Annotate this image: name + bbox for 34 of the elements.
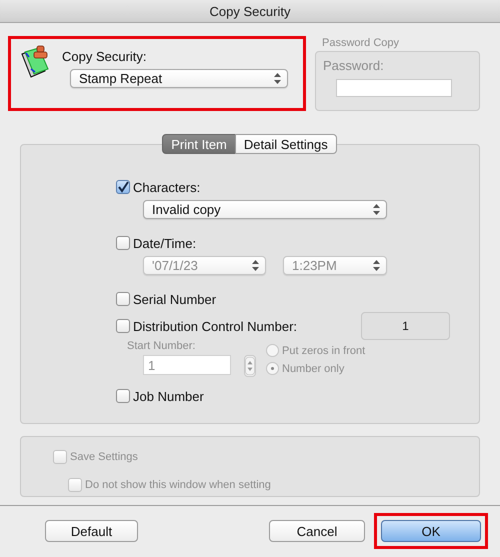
stepper-arrows-icon (373, 204, 380, 215)
do-not-show-label: Do not show this window when setting (85, 479, 271, 491)
start-number-label: Start Number: (127, 340, 196, 352)
dialog-button[interactable]: OK (381, 520, 481, 542)
stepper-arrows-icon (274, 73, 281, 84)
radio-label: Put zeros in front (282, 344, 366, 356)
option-label: Serial Number (133, 292, 216, 306)
stepper-arrows-icon (373, 260, 380, 271)
checkbox[interactable] (116, 319, 130, 333)
characters-select[interactable]: Invalid copy (143, 200, 387, 219)
checkbox[interactable] (116, 236, 130, 250)
option-label: Distribution Control Number: (133, 318, 298, 334)
option-label: Date/Time: (133, 236, 196, 250)
save-settings-label: Save Settings (70, 451, 138, 463)
dialog-button[interactable]: Cancel (269, 520, 365, 542)
stepper-arrows-icon (252, 260, 259, 271)
password-label: Password: (323, 58, 384, 73)
stepper-icon[interactable] (244, 355, 256, 377)
group-title: Password Copy (322, 37, 400, 49)
number-display: 1 (361, 312, 450, 340)
radio-button[interactable] (266, 362, 279, 375)
radio-button[interactable] (266, 344, 279, 357)
option-label: Characters: (133, 180, 200, 194)
tab[interactable]: Print Item (162, 134, 236, 154)
checkbox[interactable] (116, 180, 130, 194)
copy-security-select[interactable]: Stamp Repeat (70, 69, 288, 88)
option-label: Job Number (133, 388, 204, 404)
window-title: Copy Security (210, 4, 290, 18)
dialog-button[interactable]: Default (45, 520, 138, 542)
tab[interactable]: Detail Settings (234, 134, 337, 154)
checkbox[interactable] (116, 389, 130, 403)
copy-security-label: Copy Security: (62, 49, 148, 64)
radio-label: Number only (282, 362, 344, 374)
checkbox[interactable] (116, 292, 130, 306)
